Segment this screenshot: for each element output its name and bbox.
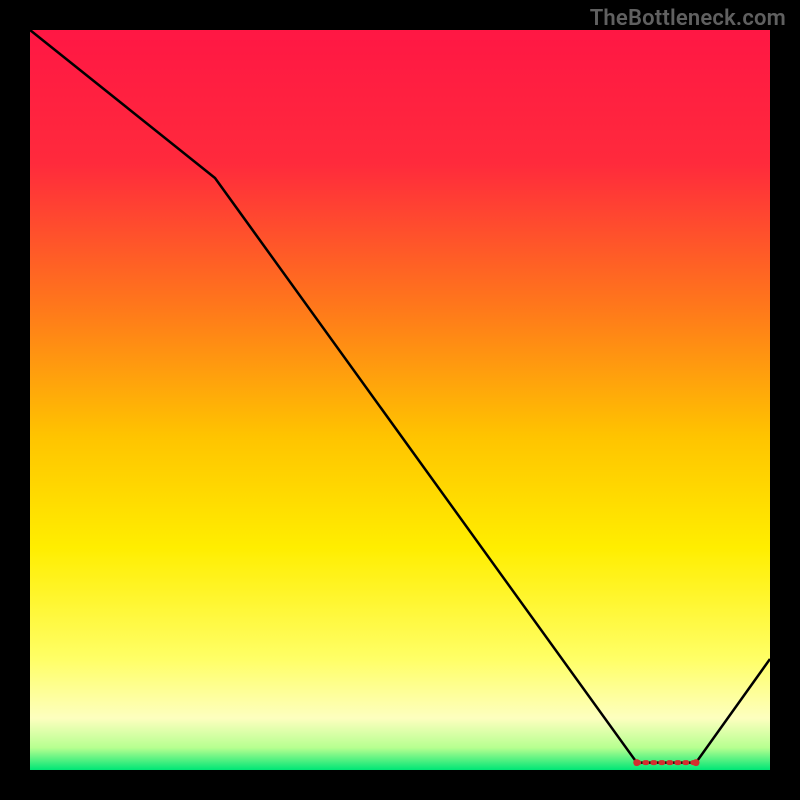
- watermark-text: TheBottleneck.com: [590, 6, 786, 31]
- optimal-band-endpoint: [693, 759, 700, 766]
- gradient-background: [30, 30, 770, 770]
- chart-svg: [30, 30, 770, 770]
- plot-area: [30, 30, 770, 770]
- optimal-band-endpoint: [633, 759, 640, 766]
- chart-frame: TheBottleneck.com: [0, 0, 800, 800]
